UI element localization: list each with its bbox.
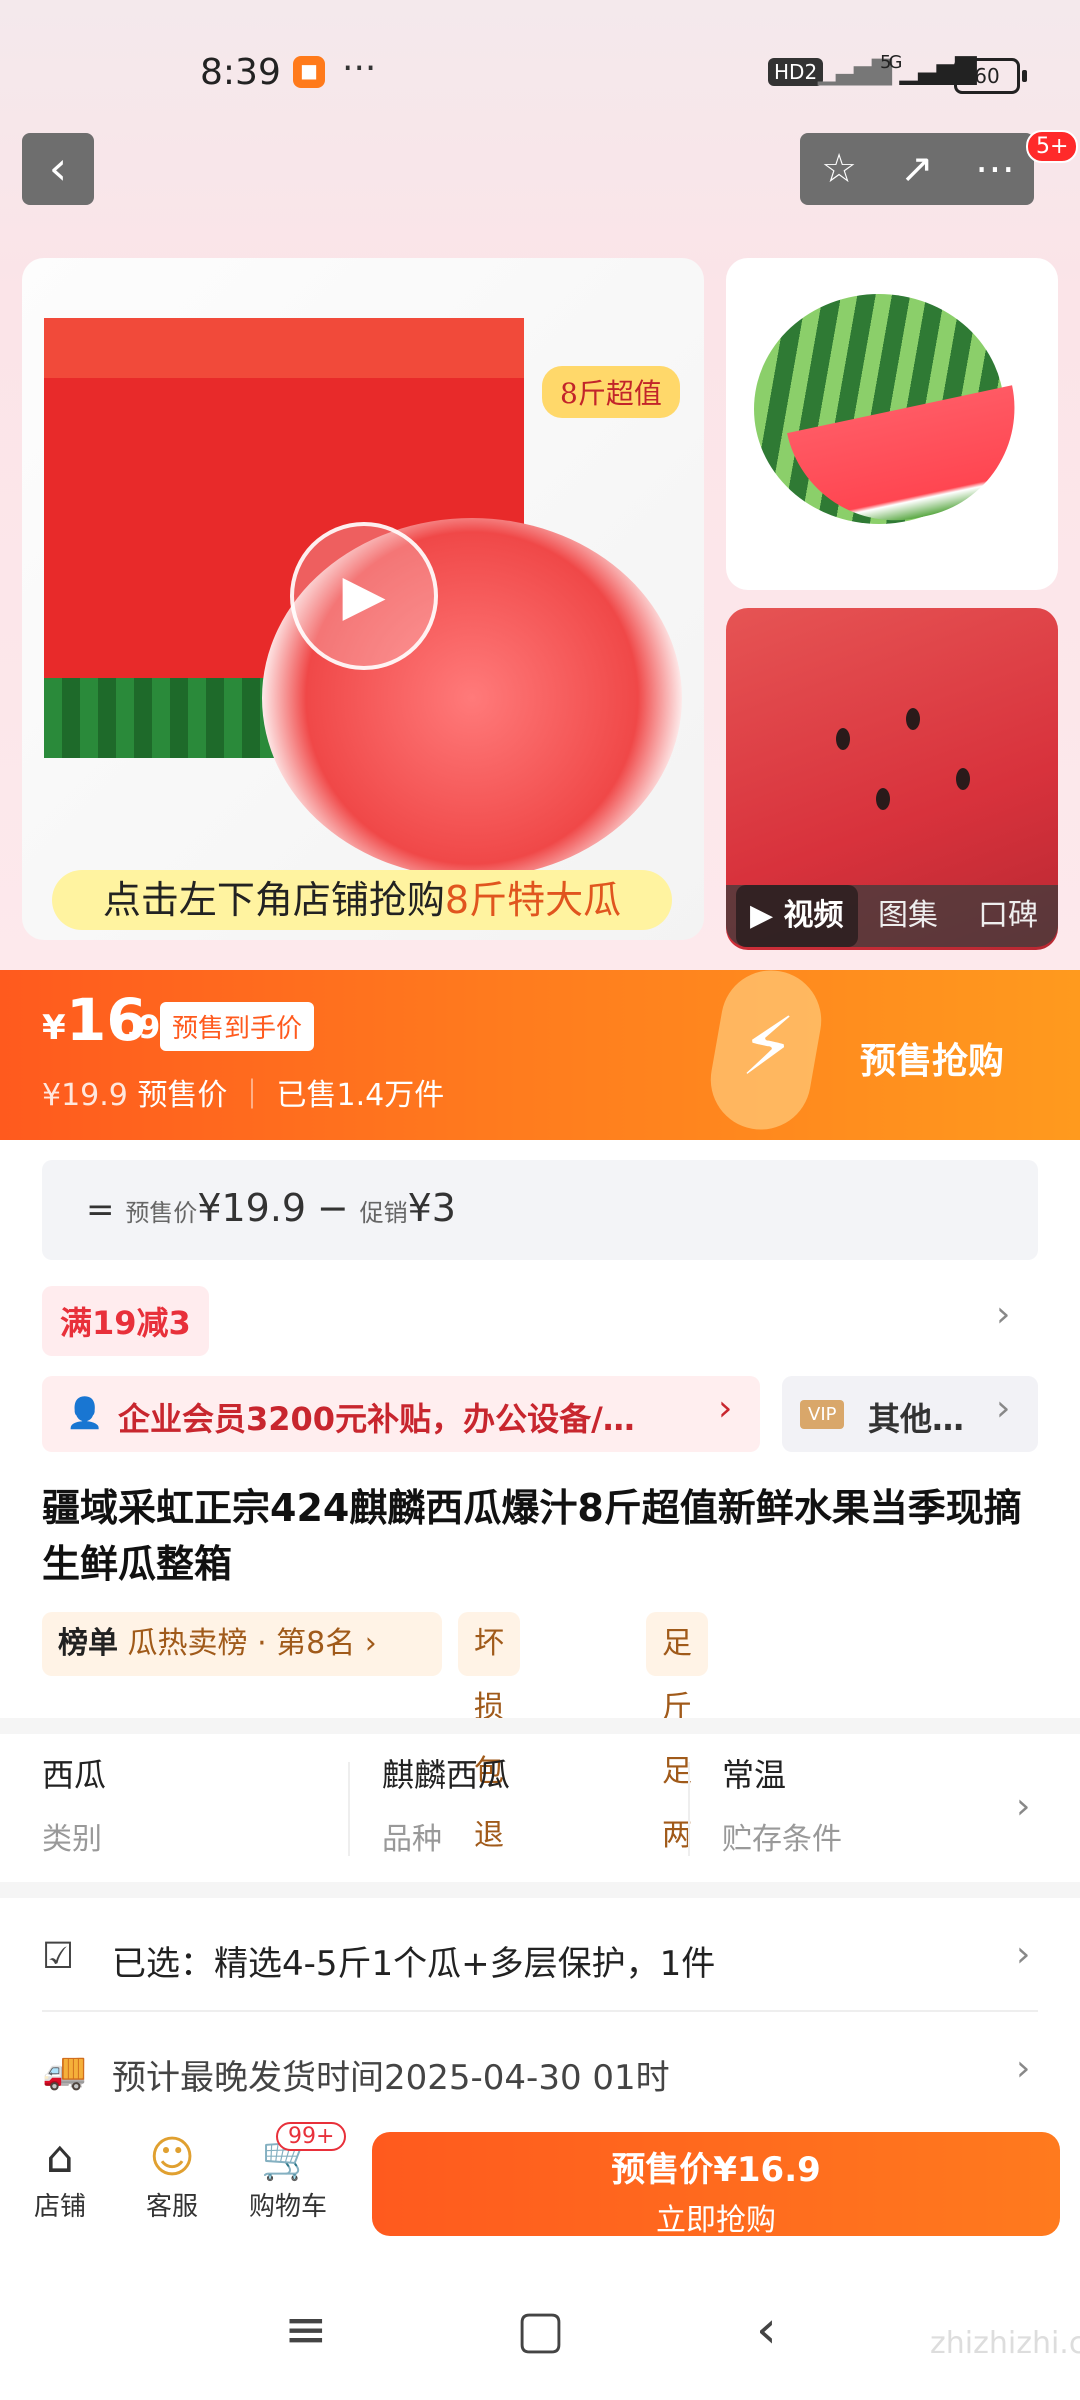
caption-highlight: 8斤特大瓜 — [444, 878, 622, 922]
recent-apps-icon[interactable]: ≡ — [284, 2300, 328, 2360]
other-benefits-text[interactable]: 其他… — [868, 1394, 964, 1440]
net-label: 5G — [880, 52, 902, 73]
share-icon[interactable]: ↗ — [878, 133, 956, 205]
rank-label: 榜单 — [58, 1626, 118, 1661]
seed — [906, 708, 920, 730]
selected-sku-chevron-icon[interactable]: › — [1016, 1934, 1030, 1975]
app-notification-icon: ◼ — [293, 56, 325, 88]
buy-now-button[interactable]: 预售价¥16.9 立即抢购 — [372, 2132, 1060, 2238]
attribute-variety[interactable]: 麒麟西瓜 品种 — [382, 1750, 510, 1870]
more-notifications-icon: ··· — [342, 48, 377, 89]
thumbnail-watermelon-whole[interactable] — [726, 258, 1058, 590]
delivery-truck-icon: 🚚 — [42, 2051, 87, 2092]
media-caption: 点击左下角店铺抢购8斤特大瓜 — [52, 870, 672, 930]
coupon-badge[interactable]: 满19减3 — [42, 1286, 209, 1356]
promo-small-label: 促销 — [359, 1199, 408, 1227]
tab-video[interactable]: ▶ 视频 — [736, 885, 858, 947]
shipping-chevron-icon[interactable]: › — [1016, 2048, 1030, 2089]
price-decimal: .9 — [126, 1008, 161, 1046]
attribute-divider — [688, 1762, 690, 1856]
enterprise-chevron-icon[interactable]: › — [718, 1388, 732, 1429]
attribute-category[interactable]: 西瓜 类别 — [42, 1750, 106, 1870]
attribute-label: 类别 — [42, 1822, 102, 1857]
hd-indicator: HD2 — [768, 58, 824, 86]
sold-count: 已售1.4万件 — [276, 1078, 445, 1113]
message-badge: 5+ — [1026, 130, 1079, 163]
price-breakdown: = 预售价¥19.9 − 促销¥3 — [86, 1186, 456, 1230]
lightning-icon: ⚡ — [740, 1000, 797, 1093]
minus-sign: − — [316, 1186, 349, 1230]
shop-button[interactable]: ⌂ 店铺 — [10, 2130, 110, 2223]
section-separator — [0, 1718, 1080, 1734]
customer-service-button[interactable]: ☺ 客服 — [122, 2130, 222, 2223]
status-time: 8:39 — [200, 52, 281, 93]
presale-label: 预售价 — [137, 1078, 228, 1113]
enterprise-member-text[interactable]: 企业会员3200元补贴，办公设备/… — [118, 1394, 635, 1440]
attributes-chevron-icon[interactable]: › — [1016, 1786, 1030, 1827]
attribute-divider — [348, 1762, 350, 1856]
buy-now-text: 立即抢购 — [656, 2203, 776, 2238]
attribute-value: 麒麟西瓜 — [382, 1756, 511, 1794]
buy-price-text: 预售价¥16.9 — [611, 2150, 821, 2190]
divider: ｜ — [236, 1078, 267, 1113]
cart-label: 购物车 — [248, 2192, 327, 2222]
back-nav-icon[interactable]: ‹ — [756, 2300, 777, 2360]
header-actions: ☆ ↗ ⋯ — [800, 133, 1034, 205]
presale-cta-text[interactable]: 预售抢购 — [860, 1032, 1004, 1084]
presale-value: ¥19.9 — [197, 1186, 307, 1230]
seed — [876, 788, 890, 810]
tab-reviews[interactable]: 口碑 — [978, 885, 1038, 947]
shop-label: 店铺 — [33, 2192, 86, 2222]
selected-sku-icon: ☑ — [42, 1936, 75, 1977]
promo-value: ¥3 — [407, 1186, 456, 1230]
customer-service-icon: ☺ — [149, 2132, 195, 2183]
tab-gallery[interactable]: 图集 — [878, 885, 938, 947]
weight-badge: 8斤超值 — [542, 366, 680, 418]
attribute-value: 常温 — [722, 1756, 787, 1794]
shipping-time-text[interactable]: 预计最晚发货时间2025-04-30 01时 — [112, 2050, 670, 2099]
attribute-label: 贮存条件 — [722, 1822, 842, 1857]
main-product-media[interactable]: 8斤超值 ▶ 点击左下角店铺抢购8斤特大瓜 — [22, 258, 704, 940]
vip-badge: VIP — [800, 1400, 845, 1429]
attribute-value: 西瓜 — [42, 1756, 107, 1794]
selected-sku-text[interactable]: 已选：精选4-5斤1个瓜+多层保护，1件 — [112, 1936, 715, 1985]
watermark-text: zhizhizhi.com — [930, 2326, 1080, 2361]
seed — [836, 728, 850, 750]
rank-value: 瓜热卖榜 · 第8名 — [127, 1626, 356, 1661]
play-video-icon[interactable]: ▶ — [290, 522, 438, 670]
battery-icon: 60 — [954, 58, 1027, 94]
attribute-label: 品种 — [382, 1822, 442, 1857]
caption-prefix: 点击左下角店铺抢购 — [102, 878, 445, 922]
rank-tag[interactable]: 榜单 瓜热卖榜 · 第8名 › — [42, 1612, 442, 1676]
row-divider — [42, 2010, 1038, 2012]
section-separator — [0, 1882, 1080, 1898]
coupon-chevron-icon[interactable]: › — [996, 1294, 1010, 1335]
price-currency: ¥ — [42, 1008, 66, 1048]
service-label: 客服 — [145, 2192, 198, 2222]
return-tag: 坏损包退 — [458, 1612, 520, 1853]
cart-count-badge: 99+ — [276, 2122, 347, 2151]
user-icon: 👤 — [66, 1396, 104, 1431]
product-title: 疆域采虹正宗424麒麟西瓜爆汁8斤超值新鲜水果当季现摘生鲜瓜整箱 — [42, 1486, 1022, 1586]
price-tag: 预售到手价 — [160, 1002, 315, 1051]
original-price: ¥19.9 — [42, 1078, 128, 1113]
presale-small-label: 预售价 — [125, 1199, 198, 1227]
back-button[interactable]: ‹ — [22, 133, 94, 205]
equals-sign: = — [86, 1190, 115, 1230]
price-sub: ¥19.9 预售价 ｜ 已售1.4万件 — [42, 1070, 444, 1114]
other-benefits-chevron-icon[interactable]: › — [996, 1388, 1010, 1429]
media-tabs: ▶ 视频 图集 口碑 — [726, 885, 1058, 947]
attribute-storage[interactable]: 常温 贮存条件 — [722, 1750, 842, 1870]
weight-guarantee-tag: 足斤足两 — [646, 1612, 708, 1853]
seed — [956, 768, 970, 790]
gift-box-top — [44, 318, 524, 378]
more-icon[interactable]: ⋯ — [956, 133, 1034, 205]
store-icon: ⌂ — [46, 2132, 74, 2183]
home-icon[interactable]: ▢ — [516, 2300, 565, 2360]
favorite-star-icon[interactable]: ☆ — [800, 133, 878, 205]
